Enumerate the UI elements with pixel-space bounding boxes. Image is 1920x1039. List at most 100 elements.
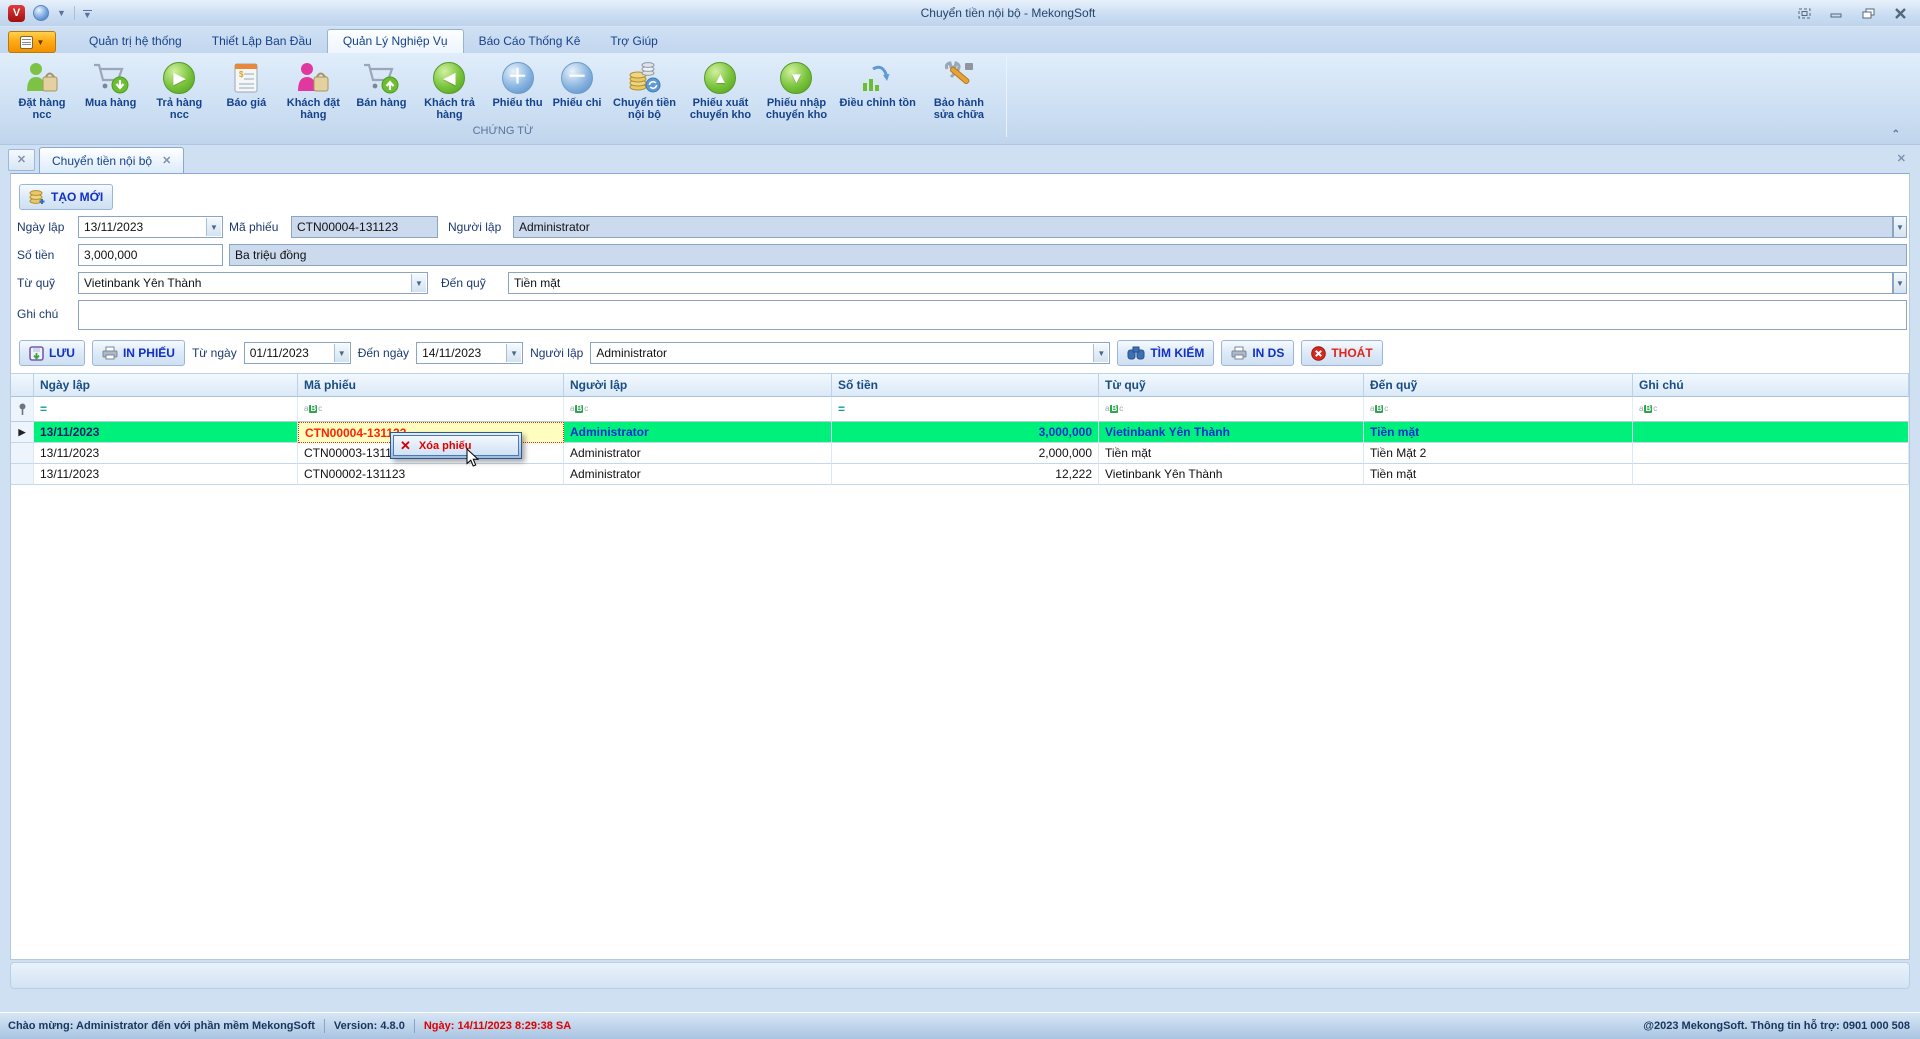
ribbon-button-ban-hang[interactable]: Bán hàng	[351, 56, 411, 111]
thoat-button[interactable]: THOÁT	[1301, 340, 1382, 366]
doc-tab-close-left-button[interactable]: ✕	[8, 149, 35, 171]
chevron-down-icon[interactable]: ▼	[1893, 216, 1907, 238]
chevron-down-icon[interactable]: ▼	[411, 274, 426, 292]
col-ngay-lap[interactable]: Ngày lập	[34, 373, 298, 397]
fullscreen-button[interactable]	[1796, 6, 1812, 20]
ghi-chu-input[interactable]	[78, 300, 1907, 330]
ribbon-button-dat-hang-ncc[interactable]: Đặt hàng ncc	[4, 56, 80, 123]
filter-tu-quy[interactable]: aBc	[1099, 397, 1364, 422]
col-ma-phieu[interactable]: Mã phiếu	[298, 373, 564, 397]
doc-tab-close-icon[interactable]: ✕	[162, 154, 171, 167]
tu-ngay-combo[interactable]: 01/11/2023 ▼	[244, 342, 351, 364]
tao-moi-label: TẠO MỚI	[51, 190, 103, 204]
cell-nguoi-lap[interactable]: Administrator	[564, 422, 832, 443]
cell-den-quy[interactable]: Tiền mặt	[1364, 464, 1633, 485]
cell-den-quy[interactable]: Tiền mặt	[1364, 422, 1633, 443]
tab-quan-tri-he-thong[interactable]: Quản trị hệ thống	[74, 30, 197, 53]
close-button[interactable]	[1892, 6, 1908, 20]
ribbon-button-bao-hanh-sua-chua[interactable]: Bảo hành sửa chữa	[921, 56, 997, 123]
luu-button[interactable]: LƯU	[19, 340, 85, 366]
table-row[interactable]: ▶ 13/11/2023 CTN00004-131123 Administrat…	[11, 422, 1909, 443]
cell-ngay-lap[interactable]: 13/11/2023	[34, 443, 298, 464]
tu-ngay-value: 01/11/2023	[250, 346, 309, 360]
in-phieu-button[interactable]: IN PHIẾU	[92, 340, 185, 366]
filter-pin-icon	[11, 397, 34, 422]
filter-den-quy[interactable]: aBc	[1364, 397, 1633, 422]
ribbon-button-phieu-thu[interactable]: ＋ Phiếu thu	[487, 56, 547, 111]
ribbon-button-khach-tra-hang[interactable]: ◀ Khách trả hàng	[411, 56, 487, 123]
cell-so-tien[interactable]: 2,000,000	[832, 443, 1099, 464]
ribbon-button-phieu-nhap-chuyen-kho[interactable]: ▼ Phiếu nhập chuyển kho	[758, 56, 834, 123]
status-version: Version: 4.8.0	[334, 1020, 405, 1032]
so-tien-label: Số tiền	[17, 248, 54, 262]
col-den-quy[interactable]: Đến quỹ	[1364, 373, 1633, 397]
ribbon-button-phieu-chi[interactable]: － Phiếu chi	[548, 56, 607, 111]
ribbon-button-tra-hang-ncc[interactable]: ▶ Trả hàng ncc	[141, 56, 217, 123]
doc-tab-close-right-button[interactable]: ✕	[1897, 152, 1906, 165]
orb-dropdown-caret-icon[interactable]: ▼	[57, 8, 66, 18]
tab-quan-ly-nghiep-vu[interactable]: Quản Lý Nghiệp Vụ	[327, 29, 464, 53]
cell-ngay-lap[interactable]: 13/11/2023	[34, 422, 298, 443]
equals-filter-icon: =	[40, 402, 47, 416]
ribbon-button-phieu-xuat-chuyen-kho[interactable]: ▲ Phiếu xuất chuyển kho	[682, 56, 758, 123]
cell-ma-phieu[interactable]: CTN00002-131123	[298, 464, 564, 485]
cell-ngay-lap[interactable]: 13/11/2023	[34, 464, 298, 485]
application-menu-button[interactable]: ▼	[8, 31, 56, 53]
tab-bao-cao-thong-ke[interactable]: Báo Cáo Thống Kê	[464, 30, 596, 53]
cell-ghi-chu[interactable]	[1633, 443, 1909, 464]
minimize-button[interactable]	[1828, 6, 1844, 20]
cell-ghi-chu[interactable]	[1633, 464, 1909, 485]
tim-kiem-button[interactable]: TÌM KIẾM	[1117, 340, 1214, 366]
tao-moi-button[interactable]: TẠO MỚI	[19, 184, 113, 210]
ribbon-button-mua-hang[interactable]: Mua hàng	[80, 56, 141, 111]
cell-den-quy[interactable]: Tiền Mặt 2	[1364, 443, 1633, 464]
cart-arrow-up-icon	[362, 59, 400, 97]
chevron-down-icon[interactable]: ▼	[506, 344, 521, 362]
den-quy-combo[interactable]: Tiền mặt	[508, 272, 1893, 294]
nguoi-lap-field: Administrator	[513, 216, 1893, 238]
quick-access-customize-icon[interactable]: ▼	[83, 10, 92, 19]
tab-tro-giup[interactable]: Trợ Giúp	[595, 30, 672, 53]
chevron-down-icon[interactable]: ▼	[334, 344, 349, 362]
ribbon-button-dieu-chinh-ton[interactable]: Điều chỉnh tồn	[834, 56, 920, 111]
tab-thiet-lap-ban-dau[interactable]: Thiết Lập Ban Đầu	[197, 30, 327, 53]
cell-nguoi-lap[interactable]: Administrator	[564, 464, 832, 485]
filter-nguoi-lap[interactable]: aBc	[564, 397, 832, 422]
tu-quy-combo[interactable]: Vietinbank Yên Thành ▼	[78, 272, 428, 294]
cell-ghi-chu[interactable]	[1633, 422, 1909, 443]
col-nguoi-lap[interactable]: Người lập	[564, 373, 832, 397]
col-tu-quy[interactable]: Từ quỹ	[1099, 373, 1364, 397]
filter-ghi-chu[interactable]: aBc	[1633, 397, 1909, 422]
chevron-down-icon[interactable]: ▼	[1893, 272, 1907, 294]
context-menu-item-xoa-phieu[interactable]: ✕ Xóa phiếu	[393, 435, 519, 456]
in-ds-button[interactable]: IN DS	[1221, 340, 1294, 366]
ribbon-collapse-icon[interactable]: ⌃	[1892, 129, 1900, 140]
nguoi-lap-filter-combo[interactable]: Administrator ▼	[590, 342, 1110, 364]
filter-so-tien[interactable]: =	[832, 397, 1099, 422]
ribbon-button-bao-gia[interactable]: $ Báo giá	[217, 56, 275, 111]
ngay-lap-value: 13/11/2023	[84, 220, 143, 234]
so-tien-input[interactable]: 3,000,000	[78, 244, 223, 266]
filter-ngay-lap[interactable]: =	[34, 397, 298, 422]
table-row[interactable]: 13/11/2023 CTN00002-131123 Administrator…	[11, 464, 1909, 485]
filter-ma-phieu[interactable]: aBc	[298, 397, 564, 422]
cell-so-tien[interactable]: 3,000,000	[832, 422, 1099, 443]
chevron-down-icon[interactable]: ▼	[206, 218, 221, 236]
col-ghi-chu[interactable]: Ghi chú	[1633, 373, 1909, 397]
den-ngay-combo[interactable]: 14/11/2023 ▼	[416, 342, 523, 364]
doc-tab-chuyen-tien-noi-bo[interactable]: Chuyển tiền nội bộ ✕	[39, 147, 184, 173]
col-so-tien[interactable]: Số tiền	[832, 373, 1099, 397]
ribbon-button-khach-dat-hang[interactable]: Khách đặt hàng	[275, 56, 351, 123]
cell-nguoi-lap[interactable]: Administrator	[564, 443, 832, 464]
cell-tu-quy[interactable]: Tiền mặt	[1099, 443, 1364, 464]
chevron-down-icon[interactable]: ▼	[1093, 344, 1108, 362]
table-row[interactable]: 13/11/2023 CTN00003-131123 Administrator…	[11, 443, 1909, 464]
restore-button[interactable]	[1860, 6, 1876, 20]
cell-tu-quy[interactable]: Vietinbank Yên Thành	[1099, 422, 1364, 443]
abc-filter-icon: aBc	[304, 405, 322, 413]
ngay-lap-combo[interactable]: 13/11/2023 ▼	[78, 216, 223, 238]
cell-tu-quy[interactable]: Vietinbank Yên Thành	[1099, 464, 1364, 485]
cell-so-tien[interactable]: 12,222	[832, 464, 1099, 485]
quick-access-orb-icon[interactable]	[33, 5, 49, 21]
ribbon-button-chuyen-tien-noi-bo[interactable]: Chuyển tiền nội bộ	[606, 56, 682, 123]
